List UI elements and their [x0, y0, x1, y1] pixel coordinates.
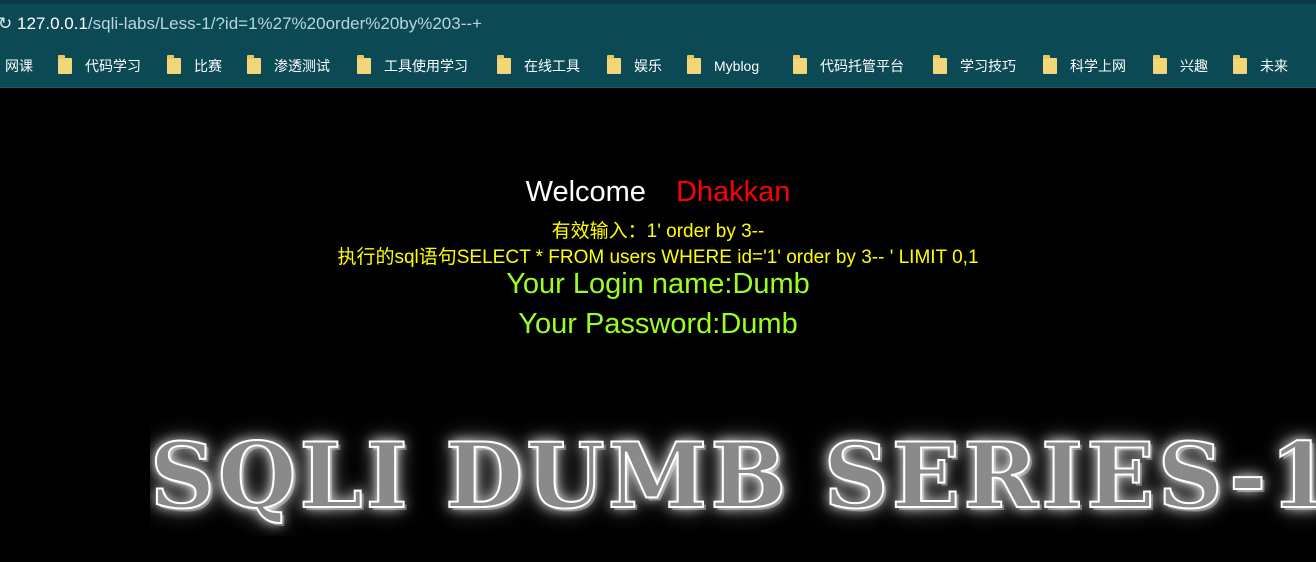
folder-icon: [247, 55, 261, 74]
folder-icon: [357, 55, 371, 74]
bookmark-folder-code-hosting[interactable]: 代码托管平台: [793, 55, 904, 76]
valid-input-text: 有效输入：1' order by 3--: [551, 221, 765, 242]
password-text: Your Password:Dumb: [518, 308, 798, 340]
executed-sql-text: 执行的sql语句SELECT * FROM users WHERE id='1'…: [337, 247, 979, 268]
welcome-name: Dhakkan: [675, 176, 791, 208]
folder-icon: [687, 55, 701, 74]
bookmark-wangke[interactable]: 网课: [5, 56, 33, 76]
folder-icon: [1233, 55, 1247, 74]
bookmark-label: 网课: [5, 58, 33, 74]
bookmark-label: 代码托管平台: [820, 58, 904, 74]
welcome-text: Welcome: [525, 176, 646, 208]
bookmark-folder-future[interactable]: 未来: [1233, 55, 1288, 76]
bookmark-label: 未来: [1260, 58, 1288, 74]
sqli-dumb-series-banner: SQLI DUMB SERIES-1: [150, 422, 1316, 530]
address-bar[interactable]: ↻ 127.0.0.1/sqli-labs/Less-1/?id=1%27%20…: [0, 0, 1316, 44]
bookmark-folder-study-tips[interactable]: 学习技巧: [933, 55, 1016, 76]
folder-icon: [1153, 55, 1167, 74]
bookmark-label: 代码学习: [85, 58, 141, 74]
folder-icon: [167, 55, 181, 74]
bookmarks-bar: 网课 代码学习 比赛 渗透测试 工具使用学习 在线工具 娱乐 Myblog 代码…: [0, 44, 1316, 88]
bookmark-label: 工具使用学习: [384, 58, 468, 74]
url-path: /sqli-labs/Less-1/?id=1%27%20order%20by%…: [87, 14, 482, 33]
folder-icon: [1043, 55, 1057, 74]
bookmark-label: 学习技巧: [960, 58, 1016, 74]
bookmark-folder-online-tools[interactable]: 在线工具: [497, 55, 580, 76]
folder-icon: [793, 55, 807, 74]
bookmark-folder-interest[interactable]: 兴趣: [1153, 55, 1208, 76]
bookmark-folder-entertainment[interactable]: 娱乐: [607, 55, 662, 76]
bookmark-folder-tools-study[interactable]: 工具使用学习: [357, 55, 468, 76]
folder-icon: [607, 55, 621, 74]
folder-icon: [933, 55, 947, 74]
folder-icon: [497, 55, 511, 74]
bookmark-label: 兴趣: [1180, 58, 1208, 74]
welcome-heading: Welcome Dhakkan: [0, 176, 1316, 209]
url-field[interactable]: 127.0.0.1/sqli-labs/Less-1/?id=1%27%20or…: [17, 14, 482, 34]
bookmark-folder-pentest[interactable]: 渗透测试: [247, 55, 330, 76]
bookmark-label: 科学上网: [1070, 58, 1126, 74]
bookmark-folder-code-study[interactable]: 代码学习: [58, 55, 141, 76]
bookmark-folder-competition[interactable]: 比赛: [167, 55, 222, 76]
page-content: Welcome Dhakkan 有效输入：1' order by 3-- 执行的s…: [0, 88, 1316, 562]
bookmark-label: Myblog: [714, 58, 760, 74]
bookmark-folder-proxy[interactable]: 科学上网: [1043, 55, 1126, 76]
login-name-text: Your Login name:Dumb: [506, 268, 810, 300]
reload-icon[interactable]: ↻: [0, 14, 12, 34]
bookmark-label: 娱乐: [634, 58, 662, 74]
bookmark-label: 比赛: [194, 58, 222, 74]
folder-icon: [58, 55, 72, 74]
bookmark-folder-myblog[interactable]: Myblog: [687, 55, 760, 76]
bookmark-label: 渗透测试: [274, 58, 330, 74]
bookmark-label: 在线工具: [524, 58, 580, 74]
url-host: 127.0.0.1: [17, 14, 88, 33]
